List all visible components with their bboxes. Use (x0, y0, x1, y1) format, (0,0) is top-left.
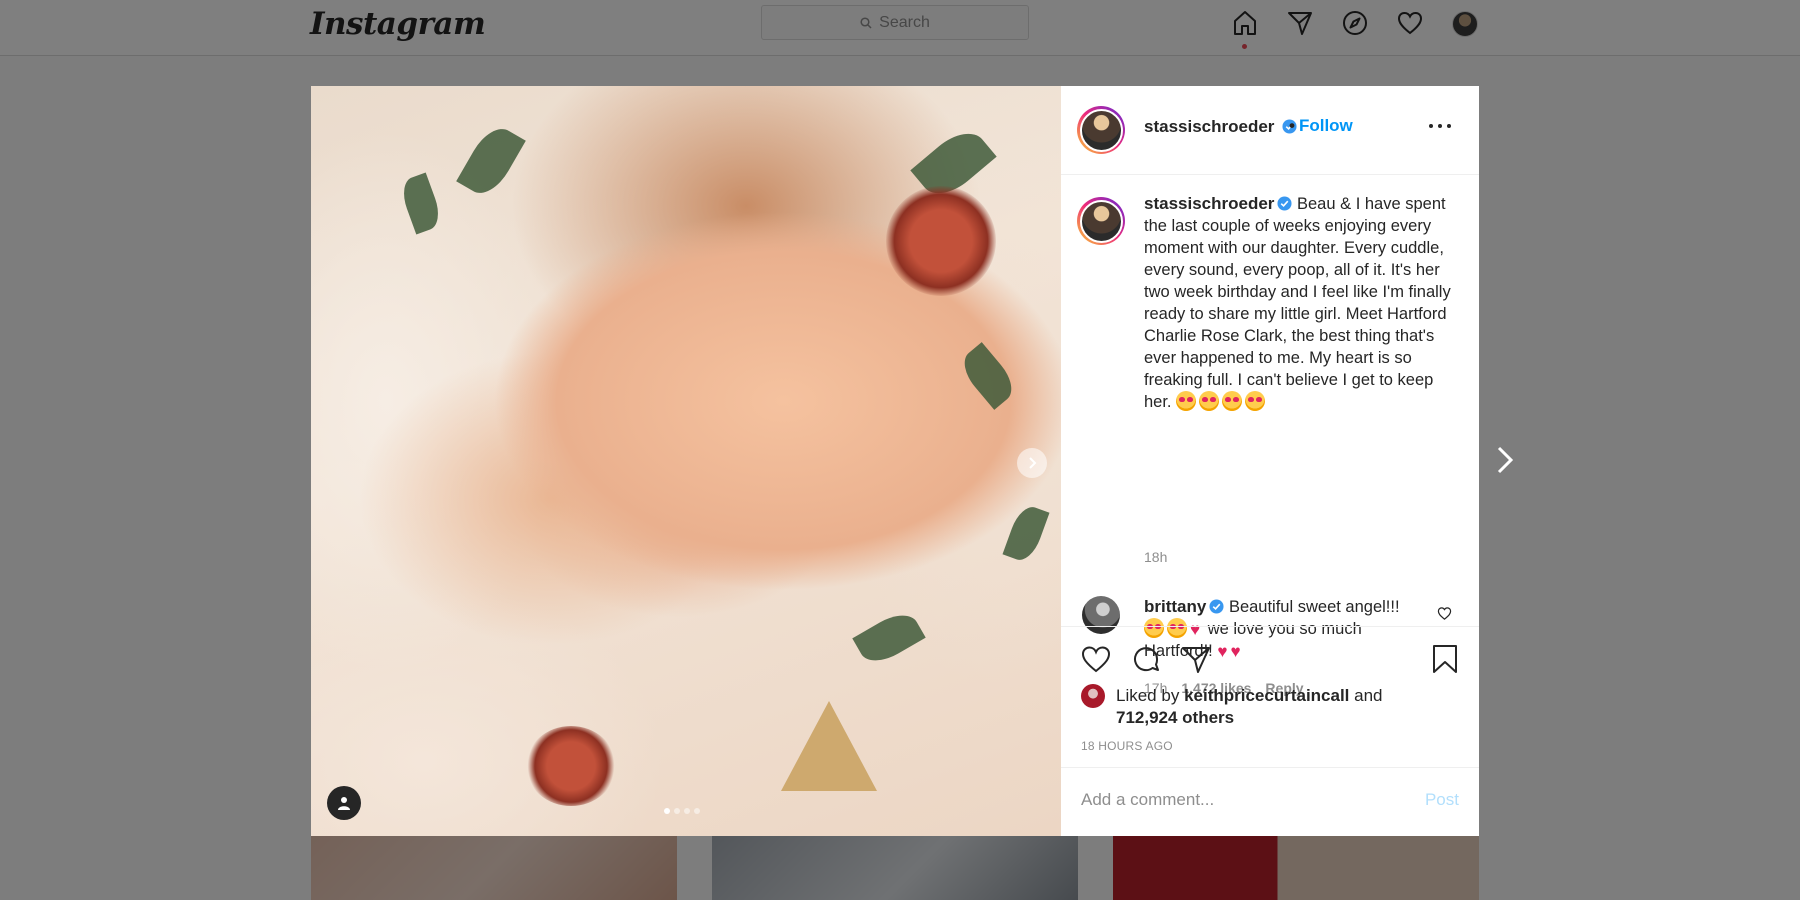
comment-body-start: Beautiful sweet angel!!! (1228, 598, 1400, 616)
carousel-next-button[interactable] (1017, 448, 1047, 478)
likes-others-count[interactable]: 712,924 others (1116, 708, 1234, 727)
user-icon (338, 797, 350, 810)
heart-eyes-emoji-icon (1222, 391, 1243, 411)
author-avatar[interactable] (1077, 106, 1125, 154)
photo-pattern (781, 701, 877, 791)
carousel-dot (674, 808, 680, 814)
likes-summary: Liked by keithpricecurtaincall and 712,9… (1116, 685, 1436, 729)
photo-leaf (955, 342, 1021, 410)
post-actions: Liked by keithpricecurtaincall and 712,9… (1061, 626, 1479, 836)
heart-eyes-emoji-icon (1199, 391, 1220, 411)
post-sidebar: stassischroeder • Follow stassischroeder … (1061, 86, 1479, 836)
author-username[interactable]: stassischroeder (1144, 117, 1274, 136)
photo-flower (886, 186, 996, 296)
like-heart-icon[interactable] (1080, 643, 1112, 675)
post-photo[interactable] (311, 86, 1061, 836)
carousel-dots (664, 808, 700, 814)
photo-leaf (397, 172, 445, 235)
add-comment-section: Add a comment... Post (1061, 767, 1479, 837)
tagged-users-button[interactable] (327, 786, 361, 820)
caption-body: Beau & I have spent the last couple of w… (1144, 195, 1451, 411)
carousel-dot (694, 808, 700, 814)
save-bookmark-icon[interactable] (1429, 643, 1461, 675)
follow-button[interactable]: • Follow (1289, 116, 1353, 136)
post-modal: stassischroeder • Follow stassischroeder … (311, 86, 1479, 836)
caption-text: stassischroeder Beau & I have spent the … (1144, 193, 1454, 413)
liked-by-joiner: and (1354, 686, 1383, 705)
post-header: stassischroeder • Follow (1061, 86, 1479, 175)
caption-author-username[interactable]: stassischroeder (1144, 194, 1274, 213)
author-name-row: stassischroeder (1144, 117, 1297, 137)
photo-flower (526, 726, 616, 806)
photo-leaf (852, 606, 926, 670)
post-age[interactable]: 18 HOURS AGO (1081, 739, 1173, 753)
caption-author-avatar[interactable] (1077, 197, 1125, 245)
comment-like-heart-icon[interactable] (1437, 606, 1452, 621)
heart-eyes-emoji-icon (1176, 391, 1197, 411)
heart-eyes-emoji-icon (1245, 391, 1266, 411)
carousel-dot (684, 808, 690, 814)
next-post-chevron-icon[interactable] (1490, 440, 1520, 480)
more-options-icon[interactable] (1429, 124, 1451, 132)
comment-author-username[interactable]: brittany (1144, 597, 1206, 616)
photo-leaf (1002, 502, 1050, 565)
post-comment-button[interactable]: Post (1425, 790, 1459, 810)
verified-badge-icon (1277, 196, 1292, 211)
verified-badge-icon (1209, 599, 1224, 614)
caption-timestamp[interactable]: 18h (1144, 549, 1167, 565)
add-comment-input[interactable]: Add a comment... (1081, 790, 1214, 810)
share-icon[interactable] (1180, 643, 1212, 675)
liked-by-username[interactable]: keithpricecurtaincall (1184, 686, 1349, 705)
liked-by-prefix: Liked by (1116, 686, 1180, 705)
comment-icon[interactable] (1130, 643, 1162, 675)
liked-by-avatar[interactable] (1081, 684, 1105, 708)
carousel-dot (664, 808, 670, 814)
photo-leaf (456, 120, 526, 202)
